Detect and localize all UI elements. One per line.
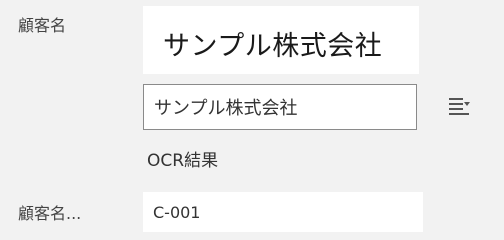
customer-code-label: 顧客名... [18,204,82,223]
list-select-icon [449,98,470,115]
ocr-result-caption: OCR結果 [147,151,219,171]
ocr-image-text: サンプル株式会社 [163,31,383,62]
customer-name-input[interactable] [143,84,417,130]
list-select-button[interactable] [446,92,474,120]
ocr-image-preview: サンプル株式会社 [143,6,419,74]
customer-name-label: 顧客名 [18,16,67,35]
customer-code-input[interactable] [143,192,423,232]
